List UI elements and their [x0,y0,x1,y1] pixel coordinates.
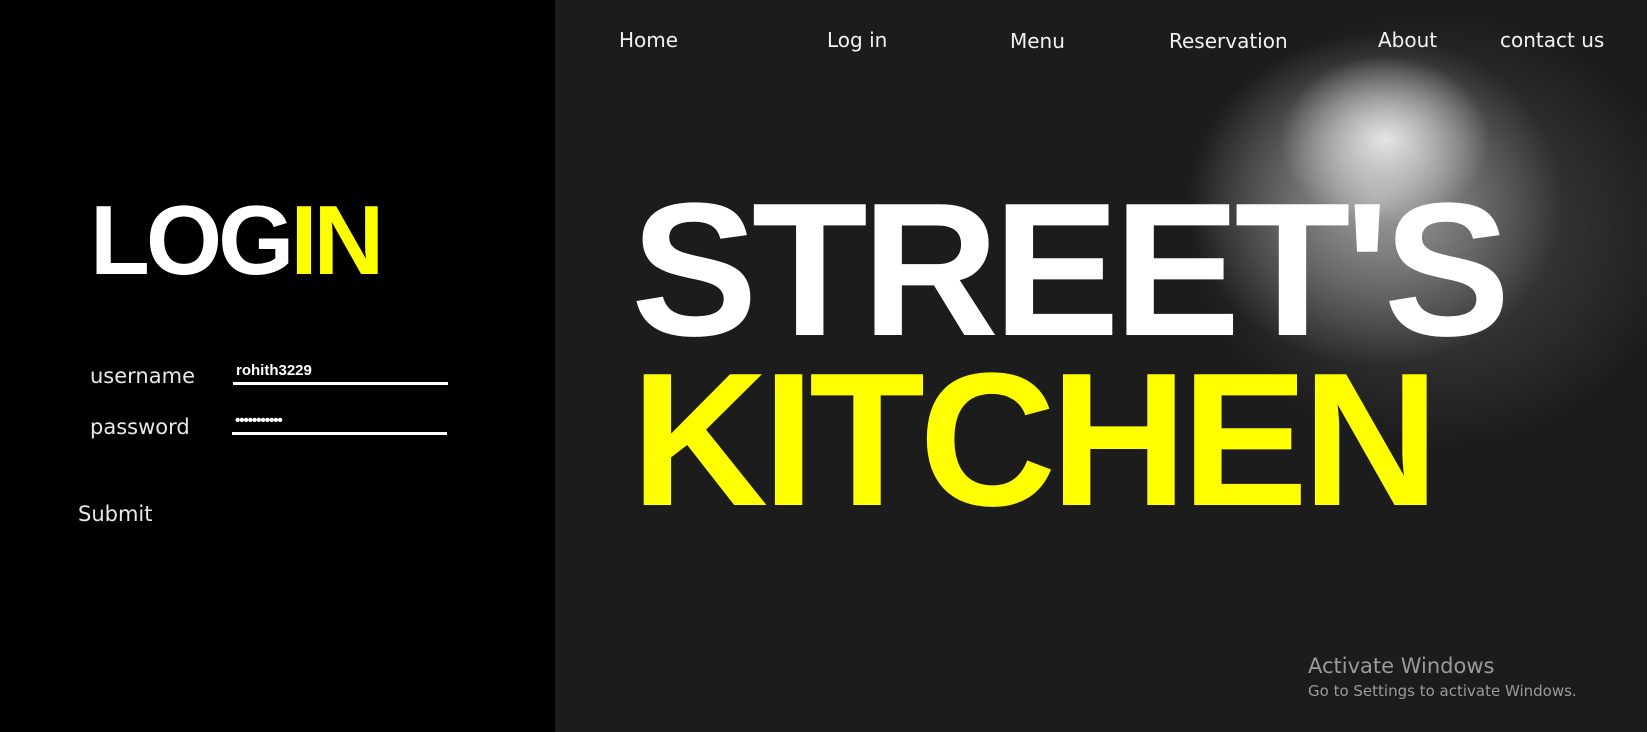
nav-home[interactable]: Home [619,28,678,52]
activate-windows-title: Activate Windows [1308,654,1495,678]
login-title-yellow: IN [290,185,384,295]
password-label: password [90,415,190,439]
login-panel: LOGIN username password Submit [0,0,555,732]
password-input[interactable] [232,408,447,435]
login-title-white: LOG [90,185,294,295]
nav-contact-us[interactable]: contact us [1500,28,1604,52]
nav-reservation[interactable]: Reservation [1169,29,1288,53]
login-title: LOGIN [90,185,384,295]
nav-log-in[interactable]: Log in [827,28,887,52]
activate-windows-watermark: Activate Windows Go to Settings to activ… [1308,652,1577,702]
nav-about[interactable]: About [1378,28,1437,52]
hero-title-streets: STREET'S [631,164,1510,376]
hero-title-kitchen: KITCHEN [631,334,1439,546]
activate-windows-subtitle: Go to Settings to activate Windows. [1308,682,1577,700]
username-input[interactable] [233,358,448,385]
username-label: username [90,364,195,388]
nav-menu[interactable]: Menu [1010,29,1065,53]
hero-section: Home Log in Menu Reservation About conta… [555,0,1647,732]
submit-button[interactable]: Submit [78,502,153,526]
